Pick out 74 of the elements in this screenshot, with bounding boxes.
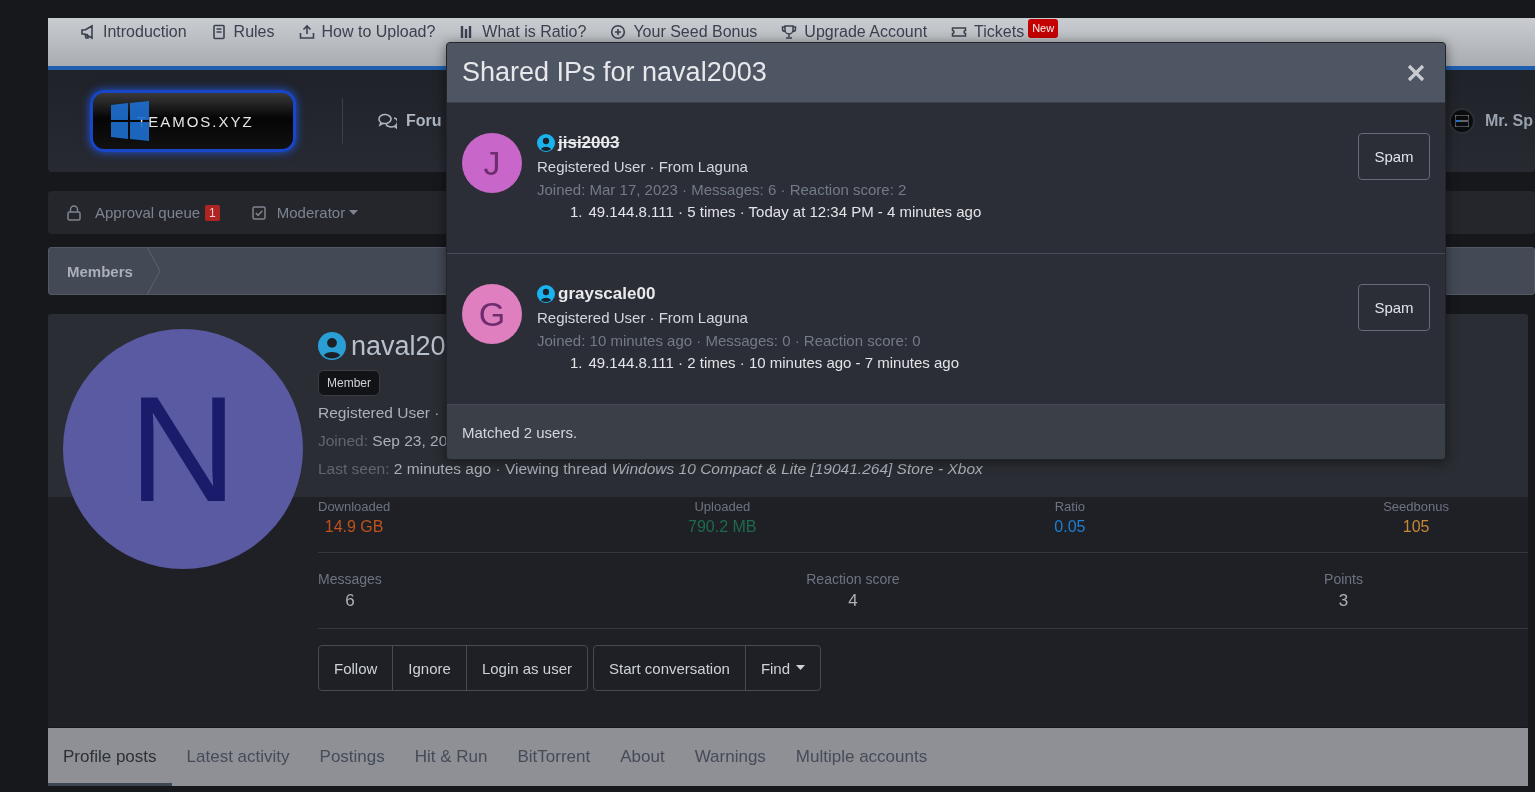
action-button[interactable]: Follow: [319, 646, 393, 690]
approval-queue-link[interactable]: Approval queue 1: [67, 204, 220, 221]
close-button[interactable]: [1407, 63, 1425, 82]
user-title: Registered User · From Laguna: [537, 308, 749, 328]
user-icon: [318, 332, 346, 360]
last-seen-label: Last seen:: [318, 460, 390, 477]
stat-value: 4: [848, 591, 858, 611]
book-icon: [210, 23, 227, 40]
stat-value: 3: [1338, 591, 1349, 611]
action-button[interactable]: Ignore: [392, 646, 466, 690]
stat-label: Downloaded: [318, 499, 391, 514]
upload-icon: [298, 23, 315, 40]
list-number: 1.: [570, 353, 583, 373]
user-title: Registered User · From Laguna: [537, 157, 749, 177]
megaphone-icon: [80, 23, 96, 40]
moderator-menu[interactable]: Moderator: [251, 204, 359, 221]
dialog-title: Shared IPs for naval2003: [462, 57, 767, 88]
nav-link[interactable]: Your Seed Bonus: [610, 23, 758, 40]
user-avatar: G: [462, 284, 522, 344]
nav-link[interactable]: Rules: [210, 23, 275, 40]
username-link[interactable]: Mr. Sp: [1485, 112, 1533, 130]
profile-tab[interactable]: Profile posts: [48, 731, 172, 786]
plus-circle-icon: [610, 23, 627, 40]
profile-avatar: N: [63, 329, 303, 569]
match-count: Matched 2 users.: [447, 405, 1445, 459]
profile-username: naval20: [351, 330, 446, 362]
list-number: 1.: [570, 202, 583, 222]
nav-link[interactable]: What is Ratio?: [459, 23, 587, 40]
logo-text: TEAMOS.XYZ: [137, 112, 254, 130]
action-button[interactable]: Start conversation: [593, 646, 745, 690]
user-stats: Joined: 10 minutes ago · Messages: 0 · Reaction score: 0: [537, 331, 922, 351]
last-seen-text: 2 minutes ago · Viewing thread Windows 10 Compact & Lite [19041.264] Store - Xbox: [393, 460, 983, 477]
stat-value: 790.2 MB: [688, 518, 757, 536]
stat-value: 0.05: [1054, 518, 1086, 536]
stat-label: Ratio: [1054, 499, 1086, 514]
stat-label: Messages: [318, 571, 382, 587]
lock-icon: [67, 204, 81, 221]
forums-link[interactable]: Foru: [377, 112, 442, 130]
user-avatar: J: [462, 133, 522, 193]
new-badge: New: [1028, 19, 1059, 38]
user-stats: Joined: Mar 17, 2023 · Messages: 6 · Reaction score: 2: [537, 180, 908, 200]
stat-value: 14.9 GB: [324, 518, 384, 536]
stat-value: 6: [345, 591, 355, 611]
username-link[interactable]: jisi2003: [558, 133, 620, 153]
nav-link[interactable]: Introduction: [80, 23, 187, 40]
username-link[interactable]: grayscale00: [558, 284, 656, 304]
stat-label: Seedbonus: [1383, 499, 1449, 514]
ip-entry: 49.144.8.111 · 5 times · Today at 12:34 PM - 4 minutes ago: [588, 202, 982, 222]
stat-label: Reaction score: [806, 571, 900, 587]
ip-entry: 49.144.8.111 · 2 times · 10 minutes ago - 7 minutes ago: [588, 353, 959, 373]
user-icon: [537, 134, 555, 152]
caret-icon: [349, 209, 359, 216]
nav-link[interactable]: How to Upload?: [298, 23, 436, 40]
trophy-icon: [781, 23, 798, 40]
user-banner: Member: [318, 370, 380, 396]
user-title: Registered User ·: [318, 403, 441, 423]
joined-label: Joined:: [318, 432, 368, 449]
user-icon: [537, 285, 555, 303]
stat-label: Uploaded: [694, 499, 751, 514]
caret-icon: [796, 665, 806, 671]
breadcrumb-link[interactable]: Members: [49, 262, 147, 280]
user-avatar[interactable]: [1449, 108, 1475, 134]
find-menu-button[interactable]: Find: [744, 646, 821, 690]
spam-button[interactable]: Spam: [1358, 133, 1430, 180]
checkbox-icon: [251, 205, 266, 220]
close-icon: [1407, 63, 1425, 82]
stat-value: 105: [1402, 518, 1430, 536]
nav-link[interactable]: Upgrade Account: [781, 23, 928, 40]
spam-button[interactable]: Spam: [1358, 284, 1430, 331]
logo-mini-icon: [1455, 115, 1469, 127]
chat-icon: [377, 112, 397, 130]
count-badge: 1: [205, 204, 220, 221]
action-button[interactable]: Login as user: [465, 646, 587, 690]
stat-label: Points: [1324, 571, 1363, 587]
